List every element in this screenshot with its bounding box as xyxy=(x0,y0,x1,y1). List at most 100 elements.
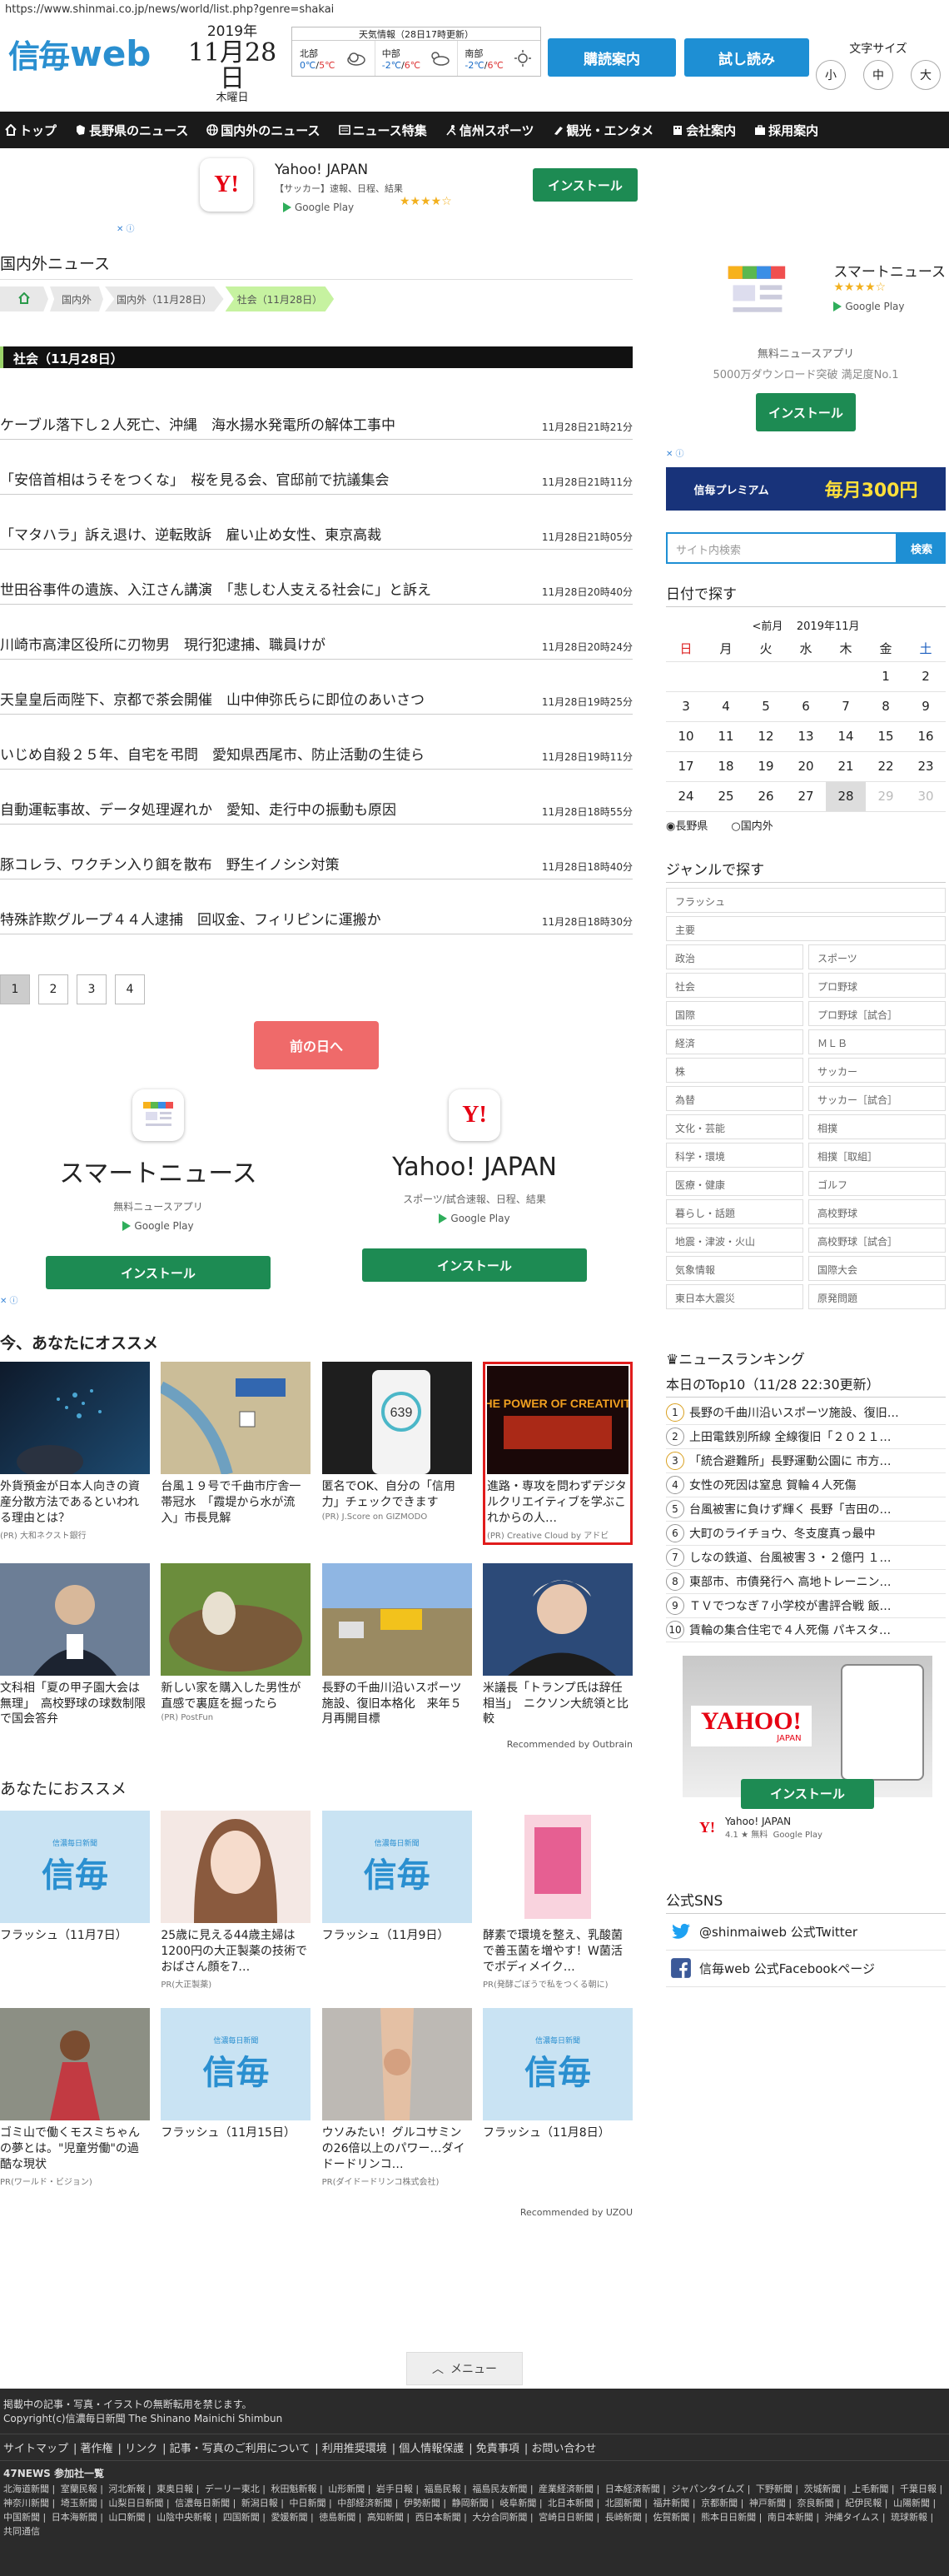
site-search-button[interactable]: 検索 xyxy=(897,532,946,564)
nav-company[interactable]: 会社案内 xyxy=(672,122,736,139)
footer-paper-link[interactable]: 岩手日報 xyxy=(376,2484,413,2494)
recommend-card[interactable]: THE POWER OF CREATIVITY 進路・専攻を問わずデジタルクリエ… xyxy=(482,1362,633,1545)
font-size-medium-button[interactable]: 中 xyxy=(863,60,893,90)
footer-paper-link[interactable]: 北日本新聞 xyxy=(548,2498,594,2509)
footer-paper-link[interactable]: 山梨日日新聞 xyxy=(108,2498,163,2509)
subscribe-button[interactable]: 購読案内 xyxy=(548,38,676,77)
nav-features[interactable]: ニュース特集 xyxy=(338,122,427,139)
footer-paper-link[interactable]: 日本経済新聞 xyxy=(605,2484,660,2494)
footer-paper-link[interactable]: 大分合同新聞 xyxy=(472,2512,527,2523)
footer-paper-link[interactable]: 神戸新聞 xyxy=(749,2498,786,2509)
font-size-large-button[interactable]: 大 xyxy=(911,60,941,90)
recommend2-card[interactable]: 信濃毎日新聞 信毎 フラッシュ（11月9日） xyxy=(321,1811,472,1990)
footer-paper-link[interactable]: 上毛新聞 xyxy=(852,2484,888,2494)
footer-paper-link[interactable]: 中国新聞 xyxy=(3,2512,40,2523)
ranking-item[interactable]: 8 東部市、市債発行へ 高地トレーニン… xyxy=(666,1570,946,1594)
footer-paper-link[interactable]: 福井新聞 xyxy=(653,2498,689,2509)
premium-banner[interactable]: 信毎プレミアム 毎月300円 xyxy=(666,467,946,511)
footer-link[interactable]: サイトマップ xyxy=(3,2443,73,2455)
genre-item[interactable]: ゴルフ xyxy=(808,1170,946,1196)
recommend-card[interactable]: 639 匿名でOK、自分の「信用力」チェックできます (PR) J.Score … xyxy=(321,1362,472,1545)
recommend-card[interactable]: 文科相「夏の甲子園大会は無理」 高校野球の球数制限で国会答弁 xyxy=(0,1562,150,1730)
genre-item[interactable]: 文化・芸能 xyxy=(666,1114,803,1139)
footer-paper-link[interactable]: 静岡新聞 xyxy=(452,2498,489,2509)
footer-paper-link[interactable]: 長崎新聞 xyxy=(605,2512,642,2523)
page-2[interactable]: 2 xyxy=(38,974,68,1004)
genre-item[interactable]: プロ野球［試合］ xyxy=(808,1000,946,1026)
footer-link[interactable]: 免責事項 xyxy=(476,2443,524,2455)
facebook-link[interactable]: 信毎web 公式Facebookページ xyxy=(666,1951,946,1987)
footer-paper-link[interactable]: 北海道新聞 xyxy=(3,2484,49,2494)
footer-paper-link[interactable]: 千葉日報 xyxy=(900,2484,937,2494)
recommend2-card[interactable]: 25歳に見える44歳主婦は1200円の大正製薬の技術でおばさん顔を7… PR(大… xyxy=(161,1811,311,1990)
footer-paper-link[interactable]: 北國新聞 xyxy=(605,2498,642,2509)
news-item[interactable]: いじめ自殺２５年、自宅を弔問 愛知県西尾市、防止活動の生徒ら 11月28日19時1… xyxy=(0,715,633,770)
recommend-card[interactable]: 外貨預金が日本人向きの資産分散方法であるといわれる理由とは？ (PR) 大和ネク… xyxy=(0,1362,150,1545)
recommend-card[interactable]: 長野の千曲川沿いスポーツ施設、復旧本格化 来年５月再開目標 xyxy=(321,1562,472,1730)
genre-item[interactable]: サッカー［試合］ xyxy=(808,1085,946,1111)
ad-choices-icon[interactable]: ✕ ⓘ xyxy=(666,446,946,459)
genre-item[interactable]: 東日本大震災 xyxy=(666,1283,803,1309)
genre-item[interactable]: 為替 xyxy=(666,1085,803,1111)
recommend-card[interactable]: 米議長「トランプ氏は辞任相当」 ニクソン大統領と比較 xyxy=(482,1562,633,1730)
genre-item[interactable]: 社会 xyxy=(666,972,803,998)
ranking-item[interactable]: 7 しなの鉄道、台風被害３・２億円 １… xyxy=(666,1546,946,1570)
genre-item[interactable]: 地震・津波・火山 xyxy=(666,1227,803,1253)
footer-paper-link[interactable]: 伊勢新聞 xyxy=(404,2498,440,2509)
news-item[interactable]: 天皇皇后両陛下、京都で茶会開催 山中伸弥氏らに即位のあいさつ 11月28日19時2… xyxy=(0,660,633,715)
footer-paper-link[interactable]: 京都新聞 xyxy=(701,2498,738,2509)
genre-item[interactable]: 国際 xyxy=(666,1000,803,1026)
smartnews-side-ad[interactable]: スマートニュース ★★★★☆ Google Play 無料ニュースアプリ 500… xyxy=(666,247,946,440)
genre-item[interactable]: 株 xyxy=(666,1057,803,1083)
footer-paper-link[interactable]: 西日本新聞 xyxy=(415,2512,461,2523)
footer-paper-link[interactable]: 宮崎日日新聞 xyxy=(539,2512,594,2523)
site-search-input[interactable]: サイト内検索 xyxy=(666,532,897,564)
nav-top[interactable]: トップ xyxy=(5,122,57,139)
ranking-item[interactable]: 5 台風被害に負けず輝く 長野「吉田の… xyxy=(666,1497,946,1522)
genre-item[interactable]: プロ野球 xyxy=(808,972,946,998)
footer-paper-link[interactable]: 日本海新聞 xyxy=(52,2512,97,2523)
ranking-item[interactable]: 4 女性の死因は窒息 賀輪４人死傷 xyxy=(666,1473,946,1497)
footer-paper-link[interactable]: 奈良新聞 xyxy=(797,2498,834,2509)
recommend2-card[interactable]: 信濃毎日新聞 信毎 フラッシュ（11月8日） xyxy=(482,2008,633,2187)
news-item[interactable]: 豚コレラ、ワクチン入り餌を散布 野生イノシシ対策 11月28日18時40分 xyxy=(0,825,633,879)
news-item[interactable]: 「マタハラ」訴え退け、逆転敗訴 雇い止め女性、東京高裁 11月28日21時05分 xyxy=(0,495,633,550)
footer-paper-link[interactable]: 河北新報 xyxy=(108,2484,145,2494)
footer-link[interactable]: 記事・写真のご利用について xyxy=(170,2443,316,2455)
ad-choices-icon[interactable]: ✕ ⓘ xyxy=(117,222,135,234)
page-1[interactable]: 1 xyxy=(0,974,30,1004)
footer-link[interactable]: リンク xyxy=(125,2443,162,2455)
news-item[interactable]: 世田谷事件の遺族、入江さん講演 「悲しむ人支える社会に」と訴え 11月28日20時… xyxy=(0,550,633,605)
footer-paper-link[interactable]: 秋田魁新報 xyxy=(271,2484,317,2494)
genre-item[interactable]: ＭＬＢ xyxy=(808,1029,946,1054)
footer-paper-link[interactable]: 中日新聞 xyxy=(290,2498,326,2509)
recommend2-card[interactable]: 信濃毎日新聞 信毎 フラッシュ（11月15日） xyxy=(161,2008,311,2187)
footer-paper-link[interactable]: 琉球新報 xyxy=(891,2512,927,2523)
smartnews-install-button[interactable]: インストール xyxy=(46,1256,271,1289)
ranking-item[interactable]: 9 ＴＶでつなぎ７小学校が書評合戦 飯… xyxy=(666,1594,946,1618)
footer-paper-link[interactable]: 福島民友新聞 xyxy=(472,2484,527,2494)
recommend2-card[interactable]: ゴミ山で働くモスミちゃんの夢とは。"児童労働"の過酷な現状 PR(ワールド・ビジ… xyxy=(0,2008,150,2187)
footer-paper-link[interactable]: 佐賀新聞 xyxy=(653,2512,689,2523)
genre-item[interactable]: 原発問題 xyxy=(808,1283,946,1309)
footer-paper-link[interactable]: 沖縄タイムス xyxy=(825,2512,880,2523)
footer-paper-link[interactable]: 南日本新聞 xyxy=(768,2512,813,2523)
news-item[interactable]: 川崎市高津区役所に刃物男 現行犯逮捕、職員けが 11月28日20時24分 xyxy=(0,605,633,660)
footer-paper-link[interactable]: 山形新聞 xyxy=(328,2484,365,2494)
page-4[interactable]: 4 xyxy=(115,974,145,1004)
genre-item[interactable]: 政治 xyxy=(666,944,803,969)
footer-paper-link[interactable]: 山陽新聞 xyxy=(893,2498,930,2509)
outbrain-credit[interactable]: Recommended by Outbrain xyxy=(0,1739,633,1750)
news-item[interactable]: ケーブル落下し２人死亡、沖縄 海水揚水発電所の解体工事中 11月28日21時21分 xyxy=(0,385,633,440)
footer-link[interactable]: 個人情報保護 xyxy=(399,2443,469,2455)
footer-paper-link[interactable]: 福島民報 xyxy=(425,2484,461,2494)
genre-item[interactable]: 国際大会 xyxy=(808,1255,946,1281)
radio-nagano[interactable]: ◉長野県 xyxy=(666,817,719,833)
genre-item[interactable]: サッカー xyxy=(808,1057,946,1083)
footer-paper-link[interactable]: 中部経済新聞 xyxy=(337,2498,392,2509)
nav-world-news[interactable]: 国内外のニュース xyxy=(206,122,320,139)
ad-choices-icon[interactable]: ✕ ⓘ xyxy=(0,1293,18,1306)
nav-tourism[interactable]: 観光・エンタメ xyxy=(553,122,653,139)
twitter-link[interactable]: @shinmaiweb 公式Twitter xyxy=(666,1914,946,1951)
genre-item[interactable]: 高校野球［試合］ xyxy=(808,1227,946,1253)
